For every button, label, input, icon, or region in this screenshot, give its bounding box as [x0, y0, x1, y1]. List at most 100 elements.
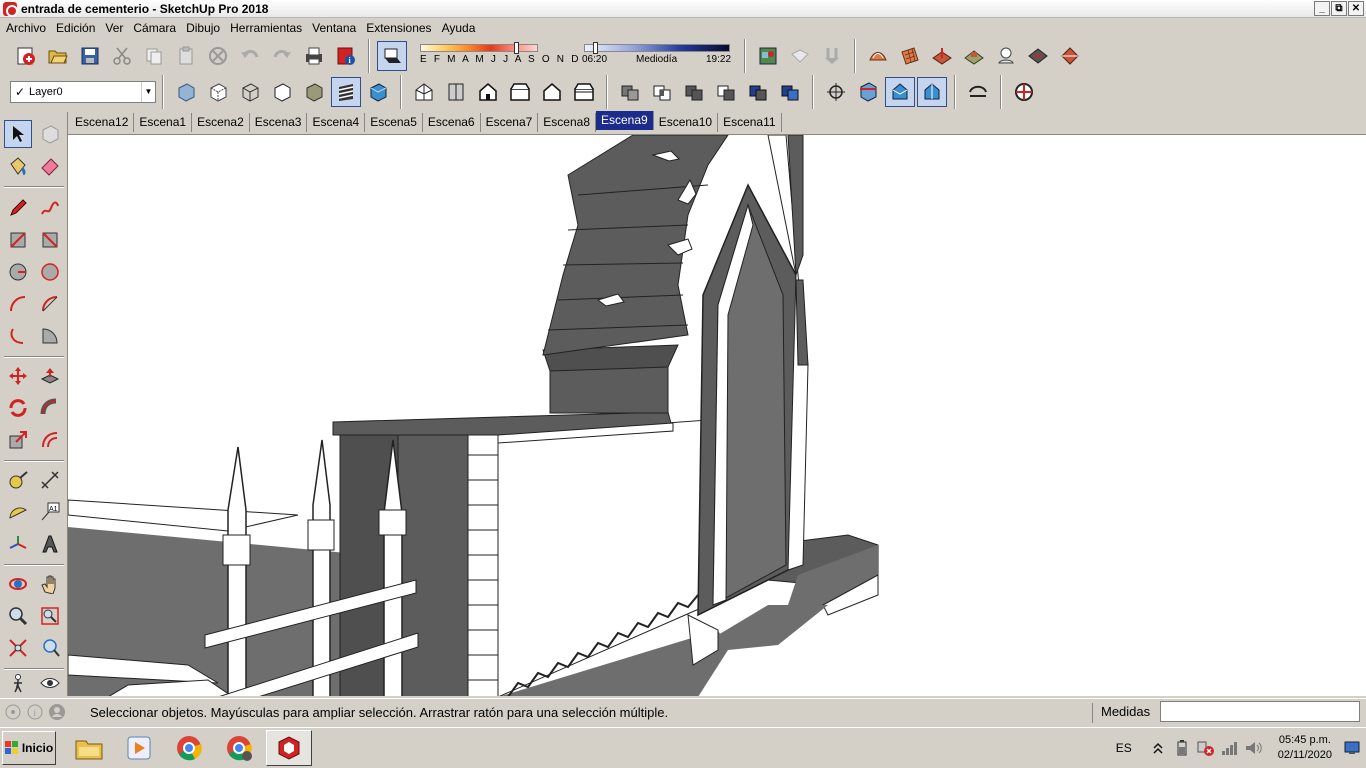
paste-button[interactable] — [171, 41, 201, 71]
add-detail-button[interactable] — [1023, 41, 1053, 71]
shadow-toggle-button[interactable] — [377, 41, 407, 71]
scene-tab[interactable]: Escena7 — [480, 112, 539, 132]
menu-dibujo[interactable]: Dibujo — [182, 21, 226, 35]
geo-status-icon[interactable] — [2, 701, 24, 723]
chevron-down-icon[interactable]: ▼ — [141, 82, 155, 102]
trim-button[interactable] — [743, 77, 773, 107]
split-button[interactable] — [775, 77, 805, 107]
offset-button[interactable] — [36, 426, 64, 454]
eraser-button[interactable] — [36, 152, 64, 180]
polygon-button[interactable] — [36, 258, 64, 286]
zoom-button[interactable] — [4, 602, 32, 630]
back-view-button[interactable] — [537, 77, 567, 107]
scene-tab[interactable]: Escena4 — [307, 112, 366, 132]
start-button[interactable]: Inicio — [2, 731, 56, 765]
front-view-button[interactable] — [473, 77, 503, 107]
terrain-button[interactable] — [817, 41, 847, 71]
circle-button[interactable] — [4, 258, 32, 286]
menu-herramientas[interactable]: Herramientas — [226, 21, 308, 35]
scene-tab-active[interactable]: Escena9 — [596, 111, 654, 130]
measurements-input[interactable] — [1160, 701, 1360, 722]
shaded-style-button[interactable] — [299, 77, 329, 107]
sandbox-scratch-button[interactable] — [895, 41, 925, 71]
rotated-rectangle-button[interactable] — [36, 226, 64, 254]
sandbox-contours-button[interactable] — [863, 41, 893, 71]
rectangle-button[interactable] — [4, 226, 32, 254]
menu-ventana[interactable]: Ventana — [308, 21, 362, 35]
scene-tab[interactable]: Escena6 — [422, 112, 481, 132]
outer-shell-button[interactable] — [615, 77, 645, 107]
language-indicator[interactable]: ES — [1116, 741, 1132, 755]
top-view-button[interactable] — [441, 77, 471, 107]
zoom-extents-button[interactable] — [4, 634, 32, 662]
signal-icon[interactable] — [1218, 738, 1242, 758]
backedges-style-button[interactable] — [203, 77, 233, 107]
scene-tab[interactable]: Escena10 — [653, 112, 719, 132]
pan-button[interactable] — [36, 570, 64, 598]
scene-tab[interactable]: Escena2 — [192, 112, 250, 132]
scene-tab[interactable]: Escena11 — [718, 112, 782, 132]
pencil-button[interactable] — [4, 194, 32, 222]
scale-button[interactable] — [4, 426, 32, 454]
battery-icon[interactable] — [1170, 738, 1194, 758]
model-info-button[interactable]: i — [331, 41, 361, 71]
scene-tab[interactable]: Escena5 — [365, 112, 423, 132]
iso-view-button[interactable] — [409, 77, 439, 107]
taskbar-media-player[interactable] — [116, 730, 162, 766]
push-pull-button[interactable] — [36, 362, 64, 390]
new-button[interactable] — [11, 41, 41, 71]
stamp-button[interactable] — [959, 41, 989, 71]
minimize-button[interactable]: _ — [1314, 1, 1330, 16]
zoom-window-button[interactable] — [36, 602, 64, 630]
geo-location-button[interactable] — [753, 41, 783, 71]
restore-button[interactable]: ⧉ — [1331, 1, 1347, 16]
layer-select[interactable]: ✓ Layer0 ▼ — [10, 81, 156, 103]
cut-button[interactable] — [107, 41, 137, 71]
component-button[interactable] — [36, 120, 64, 148]
union-button[interactable] — [679, 77, 709, 107]
erase-button[interactable] — [203, 41, 233, 71]
menu-ver[interactable]: Ver — [101, 21, 129, 35]
show-hidden-icons[interactable] — [1146, 738, 1170, 758]
three-point-arc-button[interactable] — [4, 322, 32, 350]
move-button[interactable] — [4, 362, 32, 390]
arc-button[interactable] — [4, 290, 32, 318]
save-button[interactable] — [75, 41, 105, 71]
right-view-button[interactable] — [505, 77, 535, 107]
taskbar-explorer[interactable] — [66, 730, 112, 766]
3d-text-button[interactable] — [36, 530, 64, 558]
scene-tab[interactable]: Escena1 — [134, 112, 193, 132]
copy-button[interactable] — [139, 41, 169, 71]
time-slider-thumb[interactable] — [593, 42, 598, 54]
user-icon[interactable] — [46, 701, 68, 723]
section-display-button[interactable] — [885, 77, 915, 107]
section-plane-button[interactable] — [853, 77, 883, 107]
flip-edge-button[interactable] — [1055, 41, 1085, 71]
menu-extensiones[interactable]: Extensiones — [362, 21, 437, 35]
print-button[interactable] — [299, 41, 329, 71]
menu-camara[interactable]: Cámara — [129, 21, 182, 35]
menu-edicion[interactable]: Edición — [52, 21, 101, 35]
hiddenline-style-button[interactable] — [267, 77, 297, 107]
walk-button[interactable] — [4, 672, 32, 694]
text-button[interactable]: A1 — [36, 498, 64, 526]
clock[interactable]: 05:45 p.m. 02/11/2020 — [1278, 733, 1332, 763]
previous-view-button[interactable] — [36, 634, 64, 662]
taskbar-sketchup[interactable] — [266, 730, 312, 766]
orbit-button[interactable] — [4, 570, 32, 598]
scene-tab[interactable]: Escena8 — [538, 112, 596, 132]
pie-button[interactable] — [36, 322, 64, 350]
freehand-button[interactable] — [36, 194, 64, 222]
network-error-icon[interactable] — [1194, 738, 1218, 758]
xray-style-button[interactable] — [171, 77, 201, 107]
menu-ayuda[interactable]: Ayuda — [438, 21, 482, 35]
drape-button[interactable] — [991, 41, 1021, 71]
section-cuts-button[interactable] — [917, 77, 947, 107]
open-button[interactable] — [43, 41, 73, 71]
redo-button[interactable] — [267, 41, 297, 71]
monochrome-style-button[interactable] — [363, 77, 393, 107]
intersect-button[interactable] — [647, 77, 677, 107]
scene-tab[interactable]: Escena12 — [70, 112, 135, 132]
smoove-button[interactable] — [927, 41, 957, 71]
month-slider-thumb[interactable] — [514, 42, 519, 54]
